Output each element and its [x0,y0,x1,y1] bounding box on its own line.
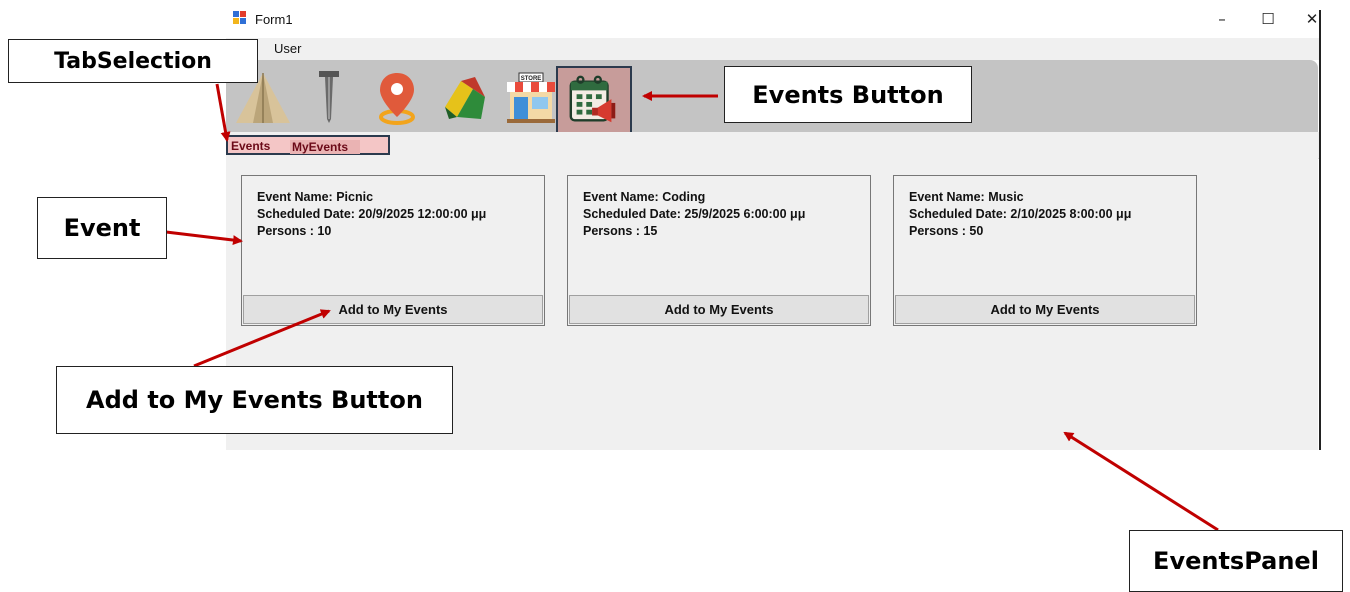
event-card: Event Name: Coding Scheduled Date: 25/9/… [567,175,871,326]
events-button[interactable] [556,66,632,136]
tab-events[interactable]: Events [231,139,270,153]
tab-strip: Events MyEvents [226,132,1320,159]
maximize-button[interactable]: ☐ [1248,6,1288,32]
gear-button[interactable] [432,64,498,130]
menu-bar: User [226,38,1320,60]
window-border [1319,10,1321,450]
callout-events-panel: EventsPanel [1129,530,1343,592]
event-name: Event Name: Coding [583,190,706,204]
store-sign-text: STORE [521,76,542,82]
event-name: Event Name: Picnic [257,190,374,204]
event-card: Event Name: Music Scheduled Date: 2/10/2… [893,175,1197,326]
event-name: Event Name: Music [909,190,1024,204]
menu-item-user[interactable]: User [274,41,301,56]
add-to-my-events-button[interactable]: Add to My Events [569,295,869,324]
callout-add-button: Add to My Events Button [56,366,453,434]
tab-myevents[interactable]: MyEvents [290,140,360,154]
event-date: Scheduled Date: 2/10/2025 8:00:00 μμ [909,207,1132,221]
event-card: Event Name: Picnic Scheduled Date: 20/9/… [241,175,545,326]
store-icon: STORE [507,72,555,123]
event-persons: Persons : 50 [909,224,984,238]
callout-event: Event [37,197,167,259]
callout-events-button: Events Button [724,66,972,123]
location-button[interactable] [364,64,430,130]
add-to-my-events-button[interactable]: Add to My Events [895,295,1195,324]
app-icon [233,11,246,24]
tent-stake-icon [319,71,339,123]
add-to-my-events-button[interactable]: Add to My Events [243,295,543,324]
title-bar: Form1 – ☐ ✕ [226,0,1320,38]
close-button[interactable]: ✕ [1292,6,1332,32]
event-persons: Persons : 15 [583,224,658,238]
event-date: Scheduled Date: 20/9/2025 12:00:00 μμ [257,207,487,221]
stake-button[interactable] [296,64,362,130]
event-date: Scheduled Date: 25/9/2025 6:00:00 μμ [583,207,806,221]
minimize-button[interactable]: – [1202,6,1242,32]
location-pin-icon [379,73,415,125]
store-button[interactable]: STORE [498,64,564,130]
window-title: Form1 [255,12,293,27]
tab-selection: Events MyEvents [226,135,390,155]
event-persons: Persons : 10 [257,224,332,238]
sleeping-bag-icon [445,77,485,119]
events-calendar-icon [569,75,616,123]
callout-tabselection: TabSelection [8,39,258,83]
